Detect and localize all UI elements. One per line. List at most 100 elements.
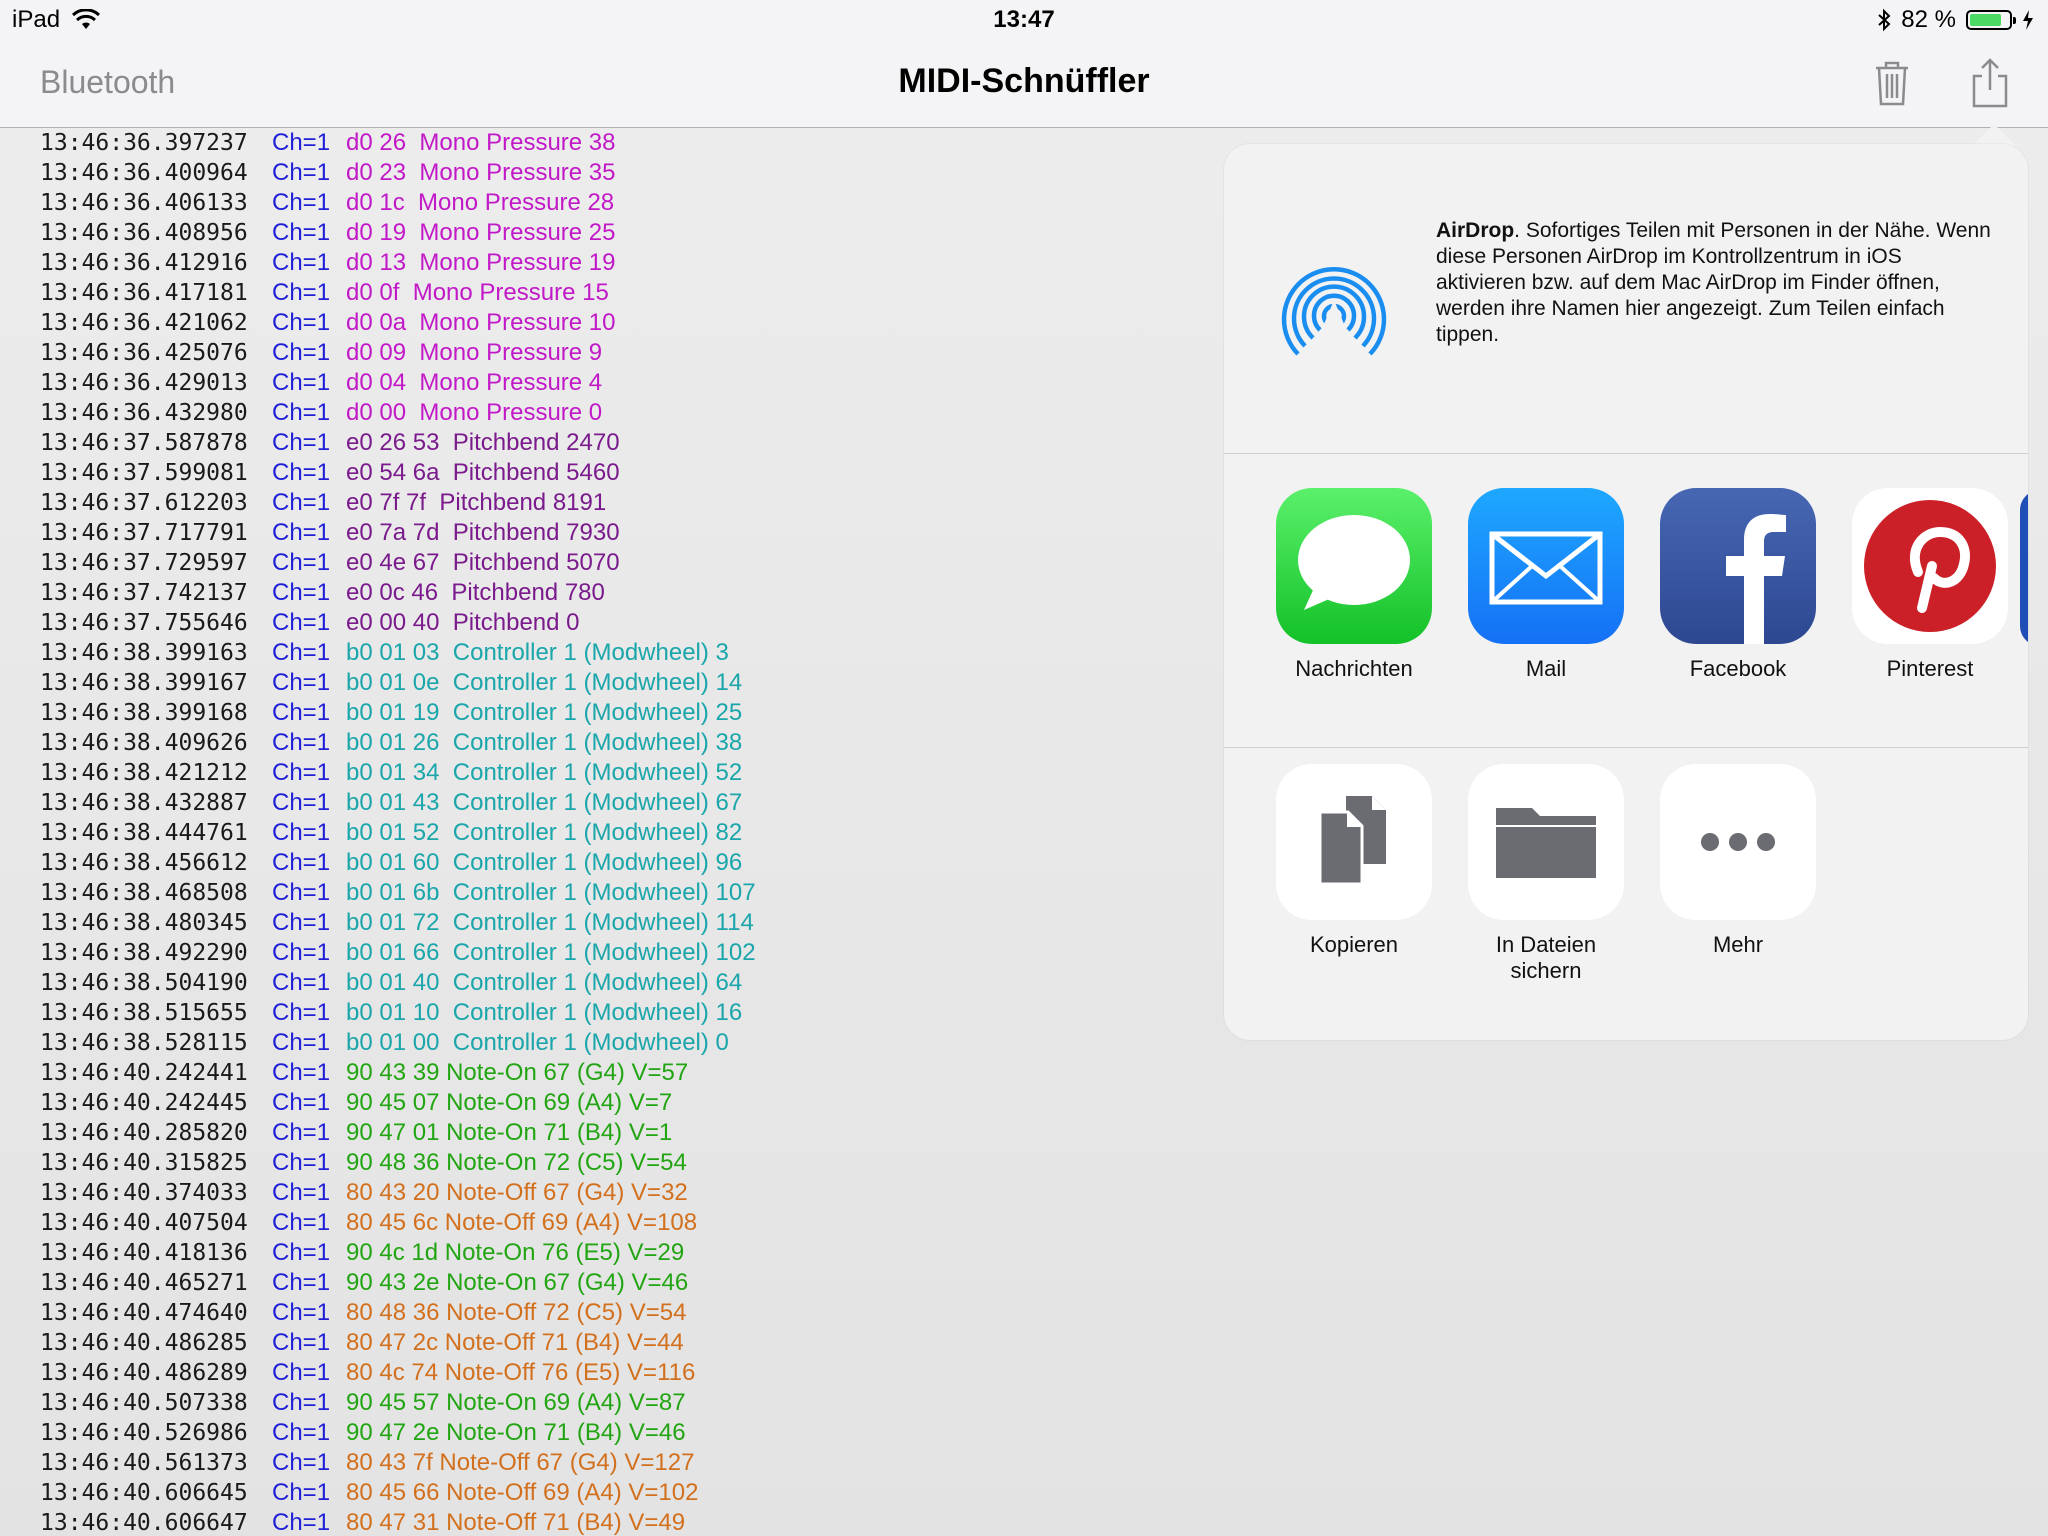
log-message: 90 45 07 Note-On 69 (A4) V=7	[346, 1089, 673, 1116]
action-mehr[interactable]: Mehr	[1642, 764, 1834, 958]
log-channel: Ch=1	[272, 549, 331, 576]
log-channel: Ch=1	[272, 429, 331, 456]
airdrop-body: . Sofortiges Teilen mit Personen in der …	[1436, 219, 1991, 346]
page-title: MIDI-Schnüffler	[898, 62, 1150, 100]
airdrop-title: AirDrop	[1436, 219, 1515, 242]
log-row: 13:46:40.561373 Ch=1 80 43 7f Note-Off 67 …	[40, 1448, 756, 1478]
log-channel: Ch=1	[272, 219, 331, 246]
log-row: 13:46:37.717791 Ch=1 e0 7a 7d Pitchbend 79…	[40, 518, 756, 548]
log-row: 13:46:38.444761 Ch=1 b0 01 52 Controller 1…	[40, 818, 756, 848]
status-time: 13:47	[993, 6, 1055, 33]
log-timestamp: 13:46:38.409626	[40, 730, 248, 756]
log-message: 90 4c 1d Note-On 76 (E5) V=29	[346, 1239, 685, 1266]
log-channel: Ch=1	[272, 1389, 331, 1416]
log-row: 13:46:40.374033 Ch=1 80 43 20 Note-Off 67 …	[40, 1178, 756, 1208]
log-channel: Ch=1	[272, 729, 331, 756]
log-channel: Ch=1	[272, 1479, 331, 1506]
log-timestamp: 13:46:40.474640	[40, 1300, 248, 1326]
status-bar: iPad 13:47 82 %	[0, 0, 2048, 40]
log-message: 80 45 6c Note-Off 69 (A4) V=108	[346, 1209, 698, 1236]
log-message: e0 26 53 Pitchbend 2470	[346, 429, 620, 456]
log-message: b0 01 43 Controller 1 (Modwheel) 67	[346, 789, 743, 816]
log-row: 13:46:40.242445 Ch=1 90 45 07 Note-On 69 (…	[40, 1088, 756, 1118]
log-message: e0 54 6a Pitchbend 5460	[346, 459, 620, 486]
action-in-dateien-sichern[interactable]: In Dateien sichern	[1450, 764, 1642, 984]
log-message: d0 1c Mono Pressure 28	[346, 189, 615, 216]
trash-icon[interactable]	[1862, 54, 1922, 114]
share-app-facebook[interactable]: Facebook	[1642, 488, 1834, 682]
log-timestamp: 13:46:40.242445	[40, 1090, 248, 1116]
log-message: b0 01 19 Controller 1 (Modwheel) 25	[346, 699, 743, 726]
log-row: 13:46:40.315825 Ch=1 90 48 36 Note-On 72 (…	[40, 1148, 756, 1178]
navigation-bar: Bluetooth MIDI-Schnüffler	[0, 40, 2048, 128]
log-channel: Ch=1	[272, 129, 331, 156]
share-apps-row: Nachrichten Mail Facebook Pinterest	[1224, 454, 2028, 748]
log-timestamp: 13:46:38.421212	[40, 760, 248, 786]
log-row: 13:46:38.515655 Ch=1 b0 01 10 Controller 1…	[40, 998, 756, 1028]
partial-app-icon[interactable]	[2020, 490, 2028, 646]
log-channel: Ch=1	[272, 999, 331, 1026]
log-message: d0 00 Mono Pressure 0	[346, 399, 603, 426]
share-app-nachrichten[interactable]: Nachrichten	[1258, 488, 1450, 682]
log-message: e0 7f 7f Pitchbend 8191	[346, 489, 607, 516]
log-channel: Ch=1	[272, 1329, 331, 1356]
share-app-pinterest[interactable]: Pinterest	[1834, 488, 2026, 682]
log-message: b0 01 40 Controller 1 (Modwheel) 64	[346, 969, 743, 996]
log-timestamp: 13:46:40.606647	[40, 1510, 248, 1536]
facebook-icon	[1660, 488, 1816, 644]
log-channel: Ch=1	[272, 1239, 331, 1266]
log-message: 90 45 57 Note-On 69 (A4) V=87	[346, 1389, 686, 1416]
log-row: 13:46:40.507338 Ch=1 90 45 57 Note-On 69 (…	[40, 1388, 756, 1418]
charging-icon	[2023, 10, 2033, 30]
log-timestamp: 13:46:37.755646	[40, 610, 248, 636]
log-message: d0 04 Mono Pressure 4	[346, 369, 603, 396]
log-channel: Ch=1	[272, 879, 331, 906]
log-message: 90 47 01 Note-On 71 (B4) V=1	[346, 1119, 673, 1146]
log-message: b0 01 10 Controller 1 (Modwheel) 16	[346, 999, 743, 1026]
log-row: 13:46:37.612203 Ch=1 e0 7f 7f Pitchbend 81…	[40, 488, 756, 518]
share-app-mail[interactable]: Mail	[1450, 488, 1642, 682]
log-row: 13:46:40.606647 Ch=1 80 47 31 Note-Off 71 …	[40, 1508, 756, 1536]
log-row: 13:46:40.285820 Ch=1 90 47 01 Note-On 71 (…	[40, 1118, 756, 1148]
log-channel: Ch=1	[272, 159, 331, 186]
log-timestamp: 13:46:36.406133	[40, 190, 248, 216]
log-channel: Ch=1	[272, 1299, 331, 1326]
mail-icon	[1468, 488, 1624, 644]
log-row: 13:46:40.486289 Ch=1 80 4c 74 Note-Off 76 …	[40, 1358, 756, 1388]
log-timestamp: 13:46:36.417181	[40, 280, 248, 306]
log-timestamp: 13:46:40.418136	[40, 1240, 248, 1266]
share-app-label: Nachrichten	[1295, 656, 1413, 681]
share-icon[interactable]	[1960, 54, 2020, 114]
airdrop-section[interactable]: AirDrop. Sofortiges Teilen mit Personen …	[1224, 144, 2028, 454]
log-row: 13:46:36.421062 Ch=1 d0 0a Mono Pressure 1…	[40, 308, 756, 338]
action-kopieren[interactable]: Kopieren	[1258, 764, 1450, 958]
log-row: 13:46:40.606645 Ch=1 80 45 66 Note-Off 69 …	[40, 1478, 756, 1508]
log-channel: Ch=1	[272, 339, 331, 366]
log-row: 13:46:36.432980 Ch=1 d0 00 Mono Pressure 0	[40, 398, 756, 428]
log-message: b0 01 72 Controller 1 (Modwheel) 114	[346, 909, 754, 936]
airdrop-description: AirDrop. Sofortiges Teilen mit Personen …	[1436, 218, 1996, 348]
log-timestamp: 13:46:36.412916	[40, 250, 248, 276]
log-message: 80 48 36 Note-Off 72 (C5) V=54	[346, 1299, 687, 1326]
log-timestamp: 13:46:38.456612	[40, 850, 248, 876]
log-channel: Ch=1	[272, 1089, 331, 1116]
log-row: 13:46:38.399163 Ch=1 b0 01 03 Controller 1…	[40, 638, 756, 668]
log-message: b0 01 6b Controller 1 (Modwheel) 107	[346, 879, 756, 906]
log-row: 13:46:37.599081 Ch=1 e0 54 6a Pitchbend 54…	[40, 458, 756, 488]
battery-percent: 82 %	[1901, 6, 1956, 33]
log-channel: Ch=1	[272, 1449, 331, 1476]
log-row: 13:46:38.432887 Ch=1 b0 01 43 Controller 1…	[40, 788, 756, 818]
log-channel: Ch=1	[272, 1509, 331, 1536]
log-timestamp: 13:46:38.399167	[40, 670, 248, 696]
log-channel: Ch=1	[272, 519, 331, 546]
log-row: 13:46:40.486285 Ch=1 80 47 2c Note-Off 71 …	[40, 1328, 756, 1358]
log-row: 13:46:38.492290 Ch=1 b0 01 66 Controller 1…	[40, 938, 756, 968]
log-message: 80 47 2c Note-Off 71 (B4) V=44	[346, 1329, 684, 1356]
log-message: b0 01 60 Controller 1 (Modwheel) 96	[346, 849, 743, 876]
log-message: d0 23 Mono Pressure 35	[346, 159, 616, 186]
log-timestamp: 13:46:40.465271	[40, 1270, 248, 1296]
log-row: 13:46:40.242441 Ch=1 90 43 39 Note-On 67 (…	[40, 1058, 756, 1088]
action-label: In Dateien sichern	[1495, 932, 1597, 983]
log-timestamp: 13:46:37.717791	[40, 520, 248, 546]
log-channel: Ch=1	[272, 1209, 331, 1236]
